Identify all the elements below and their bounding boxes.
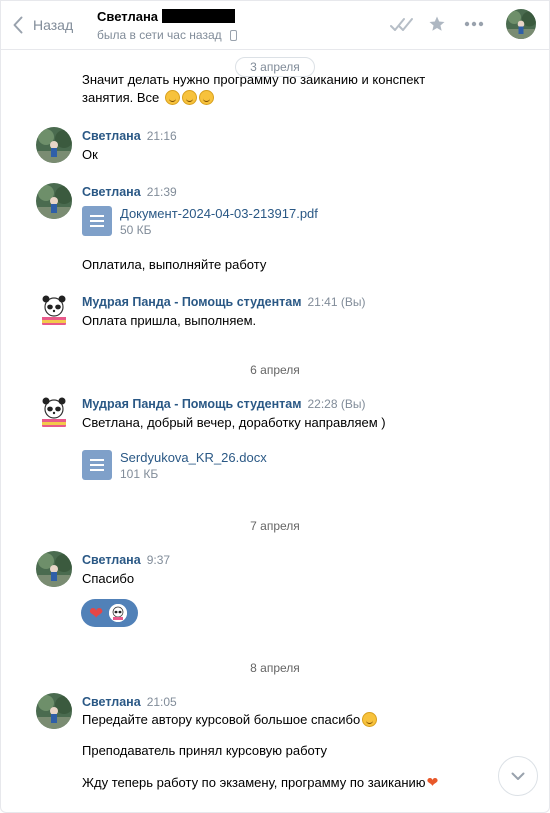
avatar-photo-icon <box>36 551 72 587</box>
message-text: Спасибо <box>82 571 135 586</box>
message-text-line: Передайте автору курсовой большое спасиб… <box>82 711 378 729</box>
avatar-photo-icon <box>36 127 72 163</box>
redaction-bar <box>162 9 236 23</box>
peer-name-text: Светлана <box>97 9 159 24</box>
document-size: 50 КБ <box>120 223 152 237</box>
avatar[interactable] <box>36 693 72 729</box>
date-separator: 7 апреля <box>250 519 300 533</box>
message-text: Оплатила, выполняйте работу <box>82 257 267 272</box>
avatar[interactable] <box>36 127 72 163</box>
message-text: Преподаватель принял курсовую работу <box>82 743 328 758</box>
scroll-down-button[interactable] <box>498 756 538 796</box>
reaction-avatar <box>109 604 128 622</box>
date-separator: 3 апреля <box>1 57 549 77</box>
reaction-button[interactable]: ❤ <box>81 599 138 627</box>
message-time: 21:41 (Вы) <box>307 295 366 309</box>
document-name[interactable]: Serdyukova_KR_26.docx <box>120 450 267 465</box>
read-checks-icon[interactable] <box>390 17 416 33</box>
avatar-photo-icon <box>36 183 72 219</box>
message-text: Жду теперь работу по экзамену, программу… <box>82 775 426 790</box>
message-author[interactable]: Светлана 21:05 <box>82 695 177 709</box>
star-icon[interactable] <box>428 15 446 33</box>
back-label: Назад <box>33 17 74 33</box>
message-author[interactable]: Светлана 9:37 <box>82 553 170 567</box>
smile-icon <box>362 712 378 727</box>
date-label: 3 апреля <box>235 57 315 77</box>
peer-name[interactable]: Светлана <box>97 9 236 24</box>
document-name[interactable]: Документ-2024-04-03-213917.pdf <box>120 206 318 221</box>
document-attachment[interactable]: Документ-2024-04-03-213917.pdf 50 КБ <box>82 206 318 237</box>
smile-icon <box>198 90 214 105</box>
heart-icon: ❤ <box>426 774 439 790</box>
header-avatar[interactable] <box>506 9 536 39</box>
message-text-line: Жду теперь работу по экзамену, программу… <box>82 773 438 792</box>
message-text-line: занятия. Все <box>82 89 214 107</box>
author-name: Светлана <box>82 129 141 143</box>
author-name: Мудрая Панда - Помощь студентам <box>82 295 302 309</box>
message-author[interactable]: Светлана 21:39 <box>82 185 177 199</box>
author-name: Мудрая Панда - Помощь студентам <box>82 397 302 411</box>
message-text: Оплата пришла, выполняем. <box>82 313 257 328</box>
message-time: 21:05 <box>146 695 177 709</box>
message-text: Ок <box>82 147 98 162</box>
chevron-down-icon <box>511 772 525 780</box>
document-icon <box>82 450 112 480</box>
document-icon <box>82 206 112 236</box>
phone-icon <box>229 29 237 41</box>
avatar[interactable] <box>36 293 72 329</box>
peer-status: была в сети час назад <box>97 28 237 42</box>
avatar[interactable] <box>36 551 72 587</box>
smile-icon <box>164 90 180 105</box>
message-author[interactable]: Мудрая Панда - Помощь студентам 21:41 (Вы… <box>82 295 365 309</box>
message-time: 9:37 <box>146 553 171 567</box>
more-icon[interactable] <box>464 21 484 27</box>
author-name: Светлана <box>82 553 141 567</box>
message-author[interactable]: Светлана 21:16 <box>82 129 177 143</box>
heart-icon: ❤ <box>89 603 104 623</box>
document-attachment[interactable]: Serdyukova_KR_26.docx 101 КБ <box>82 450 267 481</box>
date-separator: 8 апреля <box>250 661 300 675</box>
chat-window: Назад Светлана была в сети час назад Зна… <box>0 0 550 813</box>
avatar[interactable] <box>36 395 72 431</box>
document-size: 101 КБ <box>120 467 159 481</box>
smile-icon <box>181 90 197 105</box>
peer-status-text: была в сети час назад <box>97 28 222 42</box>
panda-avatar-icon <box>109 604 128 622</box>
avatar[interactable] <box>36 183 72 219</box>
date-separator: 6 апреля <box>250 363 300 377</box>
message-text: занятия. Все <box>82 90 160 105</box>
chevron-left-icon <box>13 16 23 34</box>
message-time: 21:16 <box>146 129 177 143</box>
panda-avatar-icon <box>36 293 72 329</box>
avatar-photo-icon <box>506 9 536 39</box>
panda-avatar-icon <box>36 395 72 431</box>
message-time: 21:39 <box>146 185 177 199</box>
author-name: Светлана <box>82 185 141 199</box>
back-button[interactable]: Назад <box>13 14 73 36</box>
chat-header: Назад Светлана была в сети час назад <box>1 1 549 50</box>
author-name: Светлана <box>82 695 141 709</box>
avatar-photo-icon <box>36 693 72 729</box>
message-time: 22:28 (Вы) <box>307 397 366 411</box>
message-text: Светлана, добрый вечер, доработку направ… <box>82 415 386 430</box>
message-author[interactable]: Мудрая Панда - Помощь студентам 22:28 (Вы… <box>82 397 365 411</box>
message-text: Передайте автору курсовой большое спасиб… <box>82 712 361 727</box>
